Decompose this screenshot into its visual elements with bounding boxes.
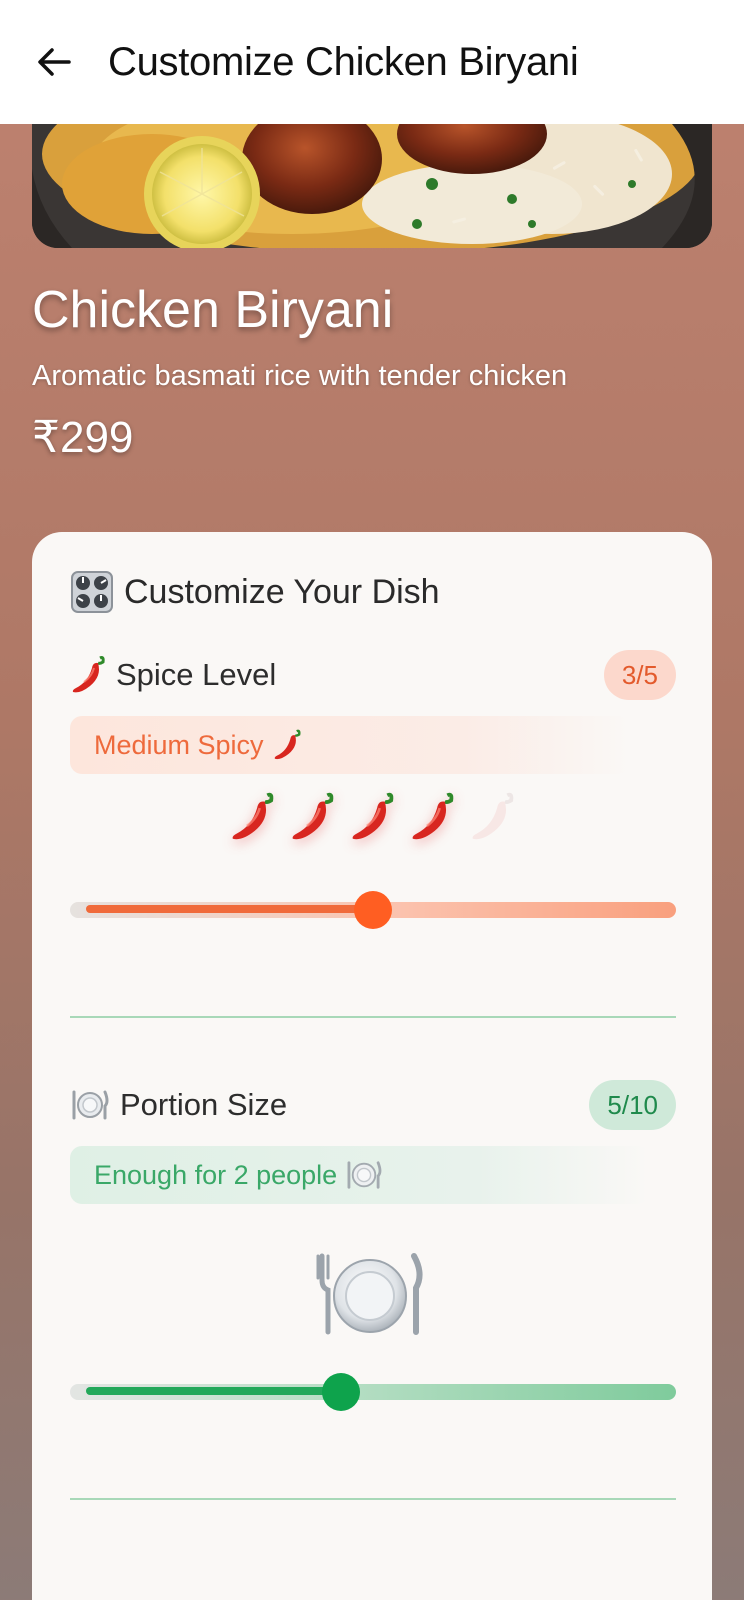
spice-slider-thumb[interactable]: [354, 891, 392, 929]
plate-illustration-icon: [316, 1253, 423, 1335]
plate-icon: [72, 1090, 109, 1120]
portion-description-chip: Enough for 2 people: [70, 1146, 650, 1204]
dish-description: Aromatic basmati rice with tender chicke…: [32, 360, 568, 392]
control-knobs-icon: [71, 571, 113, 613]
arrow-left-icon: [38, 48, 71, 76]
spice-level-slider[interactable]: [70, 891, 676, 929]
portion-size-label: Portion Size: [70, 1087, 287, 1123]
back-button[interactable]: [24, 32, 84, 92]
portion-size-text: Portion Size: [120, 1087, 288, 1122]
chili-pepper-icon: [72, 656, 105, 693]
chili-pepper-icon: [274, 729, 301, 760]
portion-description: Enough for 2 people: [94, 1159, 338, 1190]
spice-description: Medium Spicy: [94, 729, 264, 760]
spice-level-header: Spice Level 3/5: [70, 650, 676, 700]
spice-level-text: Spice Level: [116, 657, 277, 692]
section-divider: [70, 1498, 676, 1500]
portion-slider-fill: [86, 1387, 341, 1395]
customize-title-label: Customize Your Dish: [124, 572, 440, 611]
pepper-rating-icon: [352, 792, 394, 840]
page-title: Customize Chicken Biryani: [108, 39, 579, 84]
portion-size-badge: 5/10: [589, 1080, 676, 1130]
section-divider: [70, 1016, 676, 1018]
spice-slider-fill: [86, 905, 373, 913]
pepper-rating-icon: [472, 792, 514, 840]
portion-size-slider[interactable]: [70, 1373, 676, 1411]
customize-card: Customize Your Dish Spice Level 3/5 Medi…: [32, 532, 712, 1600]
spice-description-chip: Medium Spicy: [70, 716, 630, 774]
app-bar: Customize Chicken Biryani: [0, 0, 744, 124]
pepper-rating-icon: [232, 792, 274, 840]
dish-name: Chicken Biryani: [32, 281, 394, 339]
plate-icon: [347, 1161, 382, 1189]
dish-image: [32, 124, 712, 248]
portion-size-header: Portion Size 5/10: [70, 1080, 676, 1130]
pepper-rating-icon: [292, 792, 334, 840]
spice-level-label: Spice Level: [70, 654, 276, 696]
dish-price: ₹299: [32, 413, 134, 462]
pepper-rating-icon: [412, 792, 454, 840]
spice-pepper-rating: [32, 790, 712, 844]
portion-slider-thumb[interactable]: [321, 1373, 360, 1411]
spice-level-badge: 3/5: [603, 650, 676, 700]
customize-title: Customize Your Dish: [70, 570, 440, 614]
